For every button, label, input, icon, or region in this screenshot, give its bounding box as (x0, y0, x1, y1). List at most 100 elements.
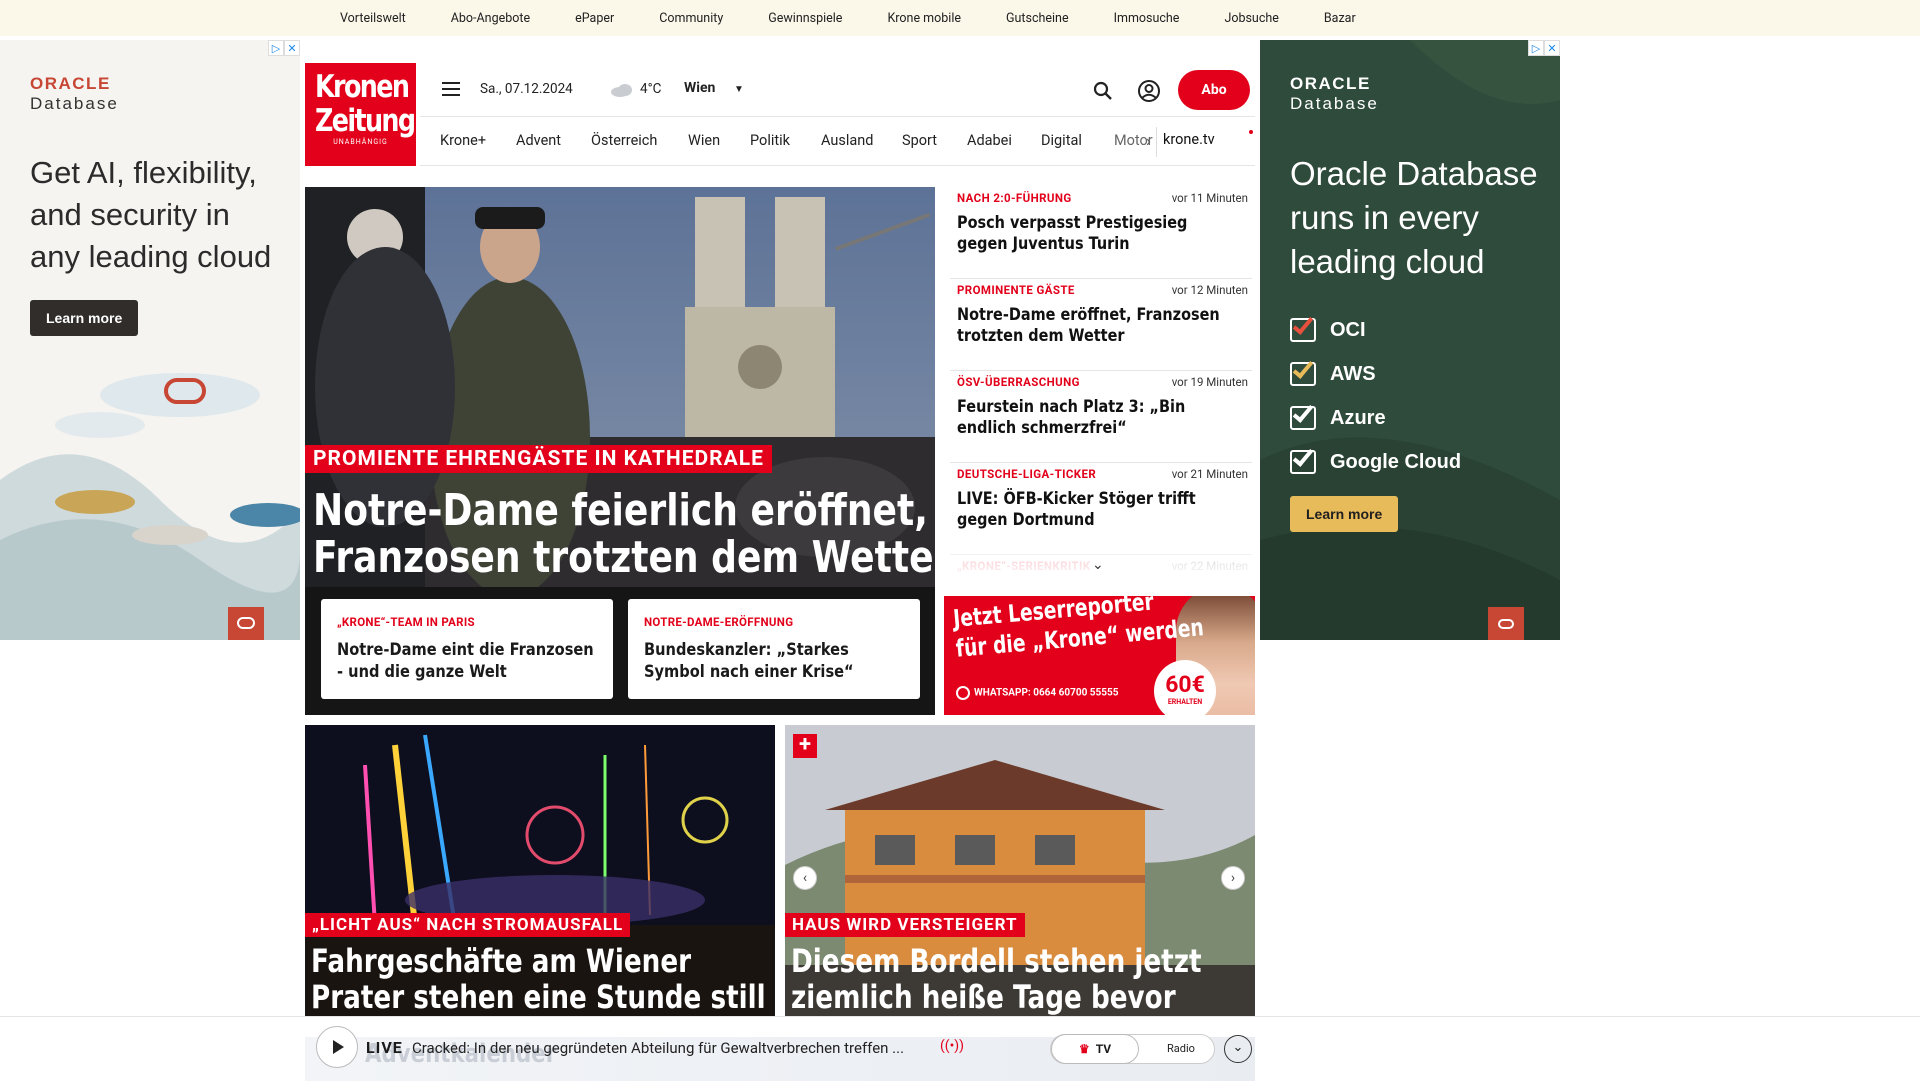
ad-left-illustration (0, 373, 300, 640)
kronen-zeitung-logo[interactable]: Kronen Zeitung UNABHÄNGIG (305, 63, 416, 166)
ad-info-icon[interactable]: ▷ (268, 40, 284, 56)
service-link[interactable]: Abo-Angebote (451, 11, 530, 26)
oracle-logo: ORACLE Database (1290, 74, 1379, 114)
service-link[interactable]: Krone mobile (887, 11, 961, 26)
service-link[interactable]: ePaper (575, 11, 614, 26)
service-link[interactable]: Immosuche (1114, 11, 1180, 26)
ad-headline: Oracle Database runs in every leading cl… (1290, 155, 1538, 280)
chevron-down-icon[interactable]: ▼ (734, 84, 744, 95)
service-link[interactable]: Vorteilswelt (340, 11, 406, 26)
checkbox-icon (1290, 401, 1316, 430)
expand-chevron-icon[interactable]: ⌄ (1092, 557, 1104, 573)
carousel-prev-icon[interactable]: ‹ (793, 866, 817, 890)
nav-item[interactable]: Politik (750, 132, 790, 149)
abo-button[interactable]: Abo (1178, 70, 1250, 110)
news-title-line-1: Posch verpasst Prestigesieg (957, 213, 1188, 233)
subcard-title-line-2: Symbol nach einer Krise“ (644, 662, 854, 682)
logo-line-1: Kronen (314, 69, 410, 105)
nav-item[interactable]: Adabei (967, 132, 1012, 149)
news-time: vor 19 Minuten (1171, 375, 1248, 389)
hero-kicker: PROMIENTE EHRENGÄSTE IN KATHEDRALE (305, 445, 772, 473)
oracle-brand: ORACLE (30, 74, 111, 93)
hero-story[interactable]: PROMIENTE EHRENGÄSTE IN KATHEDRALE Notre… (305, 187, 935, 715)
subcard-kicker: NOTRE-DAME-ERÖFFNUNG (644, 615, 794, 629)
story-tile[interactable]: „LICHT AUS“ NACH STROMAUSFALL Fahrgeschä… (305, 725, 775, 1018)
crown-icon: ♛ (1078, 1042, 1090, 1056)
current-date: Sa., 07.12.2024 (480, 81, 573, 97)
nav-item[interactable]: Advent (516, 132, 561, 149)
news-title-line-1: Feurstein nach Platz 3: „Bin (957, 397, 1186, 417)
nav-item[interactable]: Wien (688, 132, 720, 149)
tv-radio-toggle[interactable]: ♛ TV Radio (1050, 1034, 1215, 1064)
tile-headline: Fahrgeschäfte am Wiener Prater stehen ei… (311, 943, 766, 1015)
ad-choices[interactable]: ▷ ✕ (266, 40, 300, 56)
reward-amount: 60€ (1165, 671, 1205, 698)
news-title-line-2: endlich schmerzfrei“ (957, 418, 1127, 438)
news-item[interactable]: ÖSV-ÜBERRASCHUNG vor 19 Minuten Feurstein … (950, 371, 1252, 463)
news-kicker: DEUTSCHE-LIGA-TICKER (957, 467, 1097, 481)
location-select[interactable]: Wien (684, 80, 715, 96)
nav-item[interactable]: Sport (902, 132, 937, 149)
tile-headline-line-2: Prater stehen eine Stunde still (311, 978, 766, 1016)
whatsapp-number: WHATSAPP: 0664 60700 55555 (974, 687, 1119, 699)
news-time: vor 12 Minuten (1171, 283, 1248, 297)
carousel-next-icon[interactable]: › (1221, 866, 1245, 890)
tv-option[interactable]: ♛ TV (1051, 1034, 1139, 1064)
live-ticker-text[interactable]: Cracked: In der neu gegründeten Abteilun… (412, 1039, 904, 1057)
service-link[interactable]: Community (659, 11, 723, 26)
ad-left[interactable]: ▷ ✕ ORACLE Database Get AI, flexibility, … (0, 40, 300, 640)
ad-close-icon[interactable]: ✕ (284, 40, 300, 56)
weather-cloud-icon (610, 82, 634, 102)
subcard-title-line-2: - und die ganze Welt (337, 662, 507, 682)
play-button[interactable] (316, 1026, 358, 1068)
nav-item[interactable]: Krone+ (440, 132, 486, 149)
news-item[interactable]: NACH 2:0-FÜHRUNG vor 11 Minuten Posch verp… (950, 187, 1252, 279)
ad-learn-more-button[interactable]: Learn more (1290, 496, 1399, 532)
news-kicker: NACH 2:0-FÜHRUNG (957, 191, 1072, 205)
hero-subcard[interactable]: NOTRE-DAME-ERÖFFNUNG Bundeskanzler: „Sta… (628, 599, 920, 699)
ad-close-icon[interactable]: ✕ (1544, 40, 1560, 56)
tv-label: TV (1095, 1042, 1112, 1056)
logo-line-2: Zeitung (314, 103, 416, 139)
subcard-title-line-1: Bundeskanzler: „Starkes (644, 640, 849, 660)
checkbox-icon (1290, 313, 1316, 342)
nav-item[interactable]: Motor (1114, 132, 1153, 149)
ad-check-item: Google Cloud (1290, 440, 1461, 484)
nav-item[interactable]: Österreich (591, 132, 657, 149)
tile-kicker: „LICHT AUS“ NACH STROMAUSFALL (305, 913, 631, 937)
hero-subcard[interactable]: „KRONE“-TEAM IN PARIS Notre-Dame eint di… (321, 599, 613, 699)
live-indicator-dot (1249, 130, 1253, 134)
account-icon[interactable] (1137, 79, 1161, 103)
leserreporter-headline: Jetzt Leserreporter für die „Krone“ werd… (952, 596, 1205, 664)
news-title: Posch verpasst Prestigesieg gegen Juventu… (957, 213, 1187, 255)
menu-icon[interactable] (442, 82, 460, 98)
player-expand-chevron-icon[interactable]: ⌄ (1224, 1035, 1252, 1063)
story-tile[interactable]: + ‹ › HAUS WIRD VERSTEIGERT Diesem Borde… (785, 725, 1255, 1018)
service-link[interactable]: Gewinnspiele (768, 11, 842, 26)
ad-info-icon[interactable]: ▷ (1528, 40, 1544, 56)
subcard-title-line-1: Notre-Dame eint die Franzosen (337, 640, 594, 660)
radio-option[interactable]: Radio (1167, 1042, 1195, 1055)
ad-learn-more-button[interactable]: Learn more (30, 300, 139, 336)
news-item[interactable]: PROMINENTE GÄSTE vor 12 Minuten Notre-Dame… (950, 279, 1252, 371)
subcard-kicker: „KRONE“-TEAM IN PARIS (337, 615, 475, 629)
subcard-title: Bundeskanzler: „Starkes Symbol nach eine… (644, 639, 872, 683)
nav-item[interactable]: Ausland (821, 132, 873, 149)
oracle-brand: ORACLE (1290, 74, 1371, 93)
oracle-product: Database (30, 94, 119, 113)
ad-check-label: OCI (1330, 318, 1366, 341)
ad-check-list: OCI AWS Azure Google Cloud (1290, 308, 1461, 484)
service-link[interactable]: Gutscheine (1006, 11, 1069, 26)
hero-headline[interactable]: Notre-Dame feierlich eröffnet, Franzosen… (313, 487, 935, 581)
service-links: Vorteilswelt Abo-Angebote ePaper Community G… (340, 0, 1401, 36)
service-link[interactable]: Jobsuche (1224, 11, 1278, 26)
leserreporter-banner[interactable]: Jetzt Leserreporter für die „Krone“ werd… (944, 596, 1255, 715)
ad-check-label: AWS (1330, 362, 1376, 385)
nav-krone-tv[interactable]: krone.tv (1163, 131, 1215, 148)
service-link[interactable]: Bazar (1324, 11, 1356, 26)
nav-item[interactable]: Digital (1041, 132, 1082, 149)
checkbox-icon (1290, 445, 1316, 474)
ad-right[interactable]: ▷ ✕ ORACLE Database Oracle Database runs … (1260, 40, 1560, 640)
ad-choices[interactable]: ▷ ✕ (1526, 40, 1560, 56)
search-icon[interactable] (1092, 80, 1114, 102)
